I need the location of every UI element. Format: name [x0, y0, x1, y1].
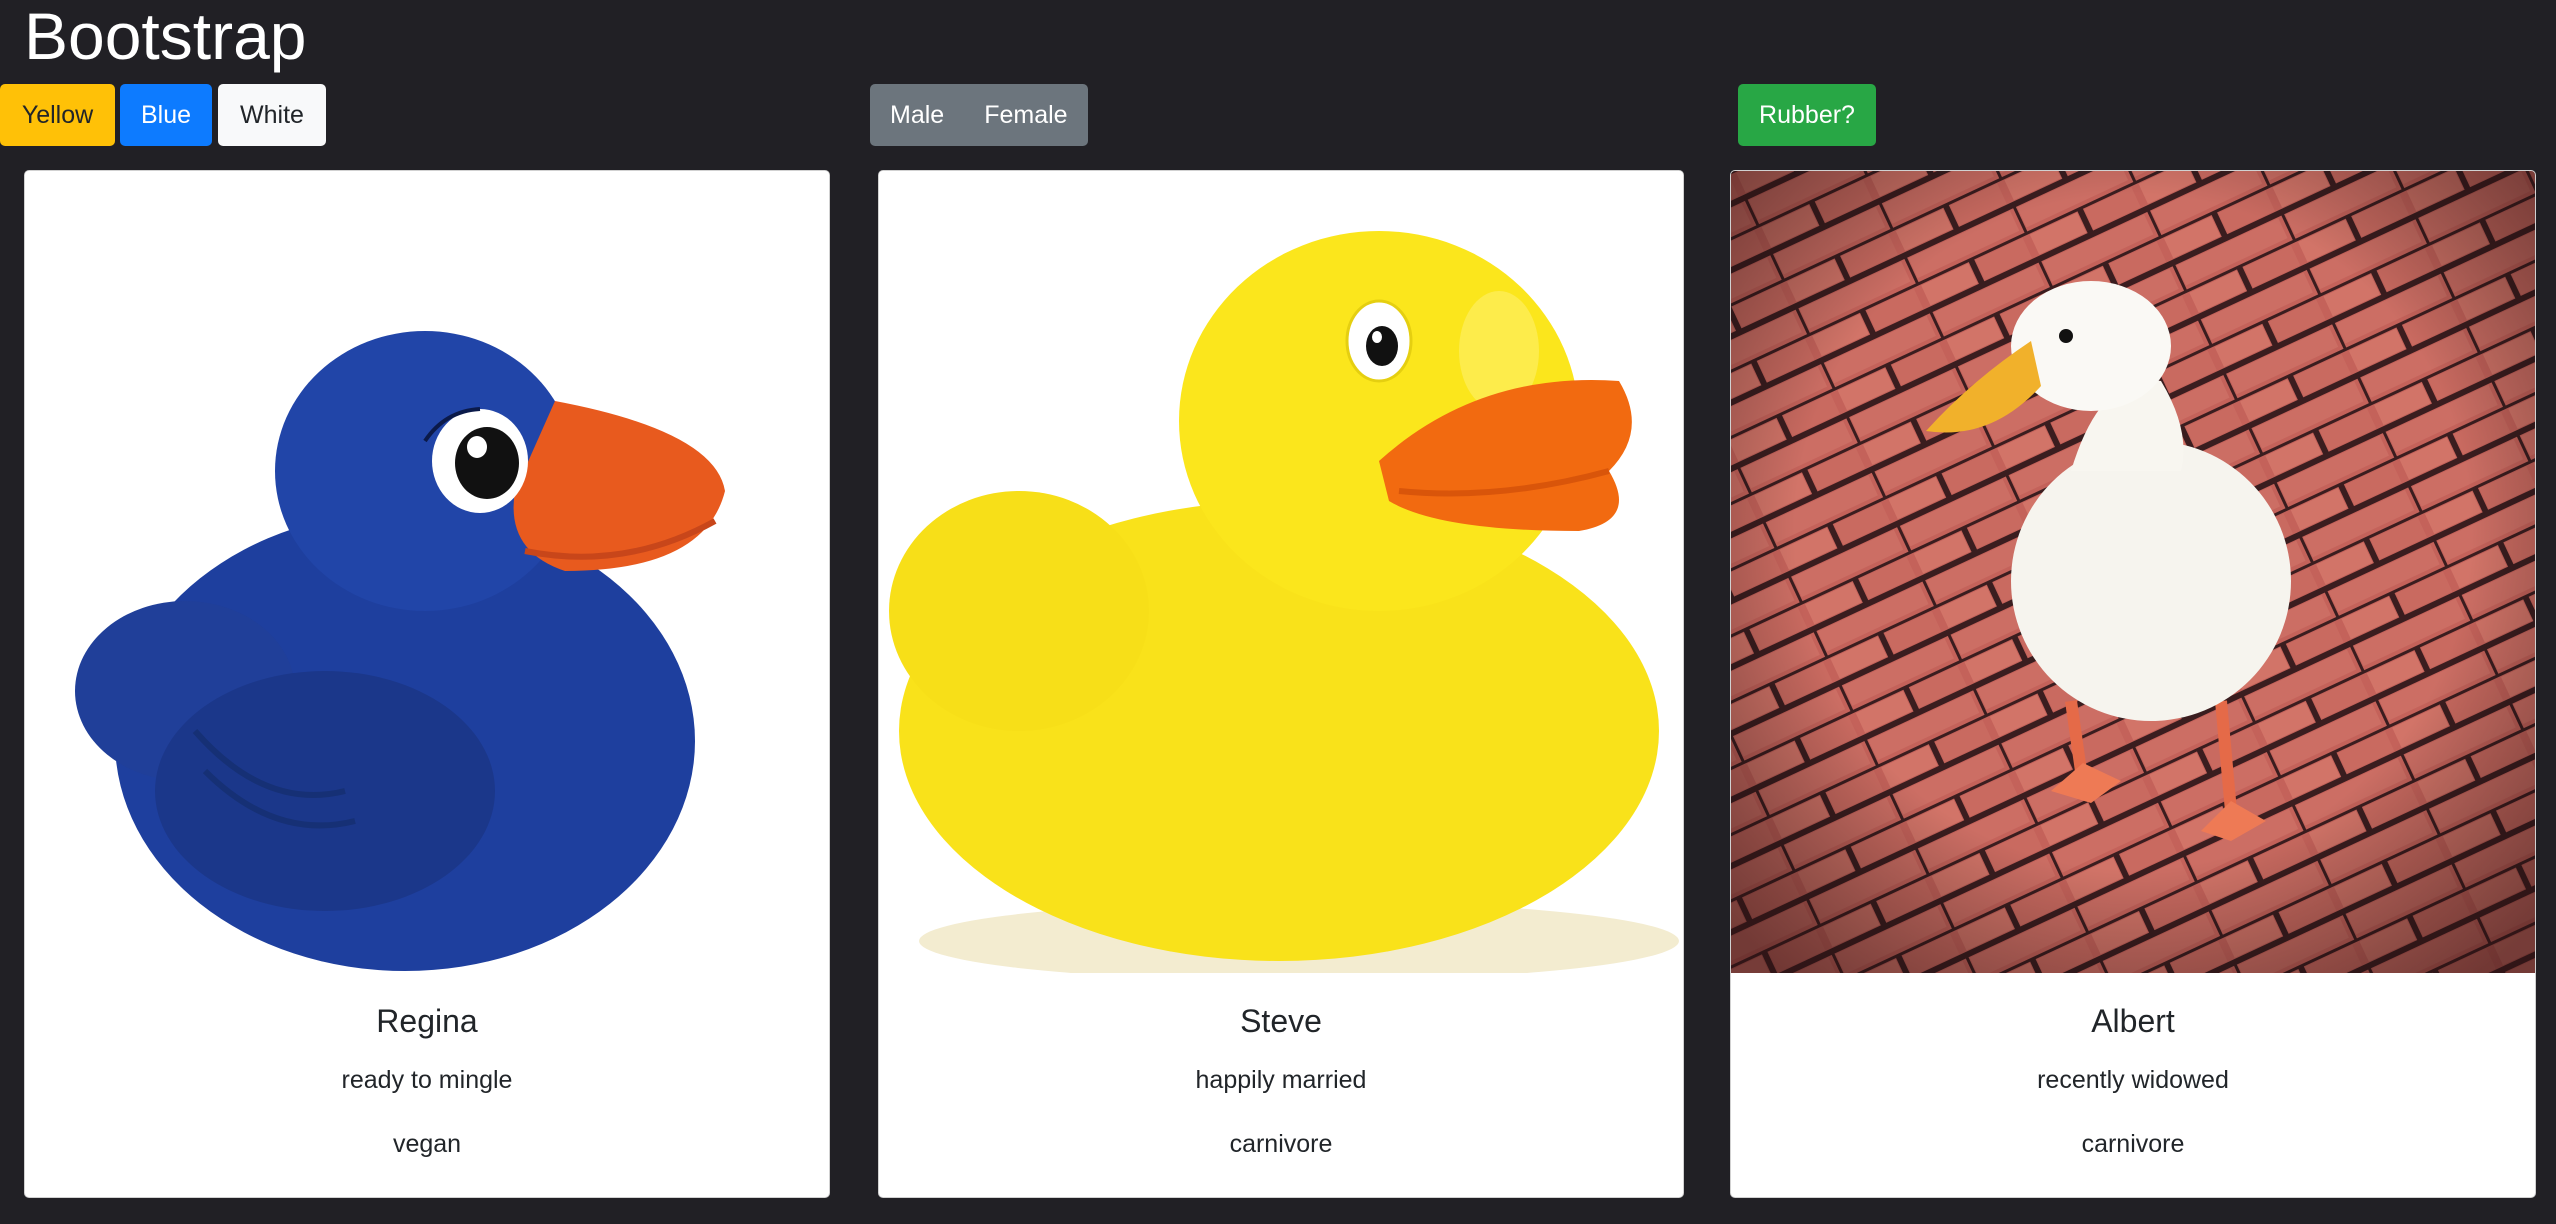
- page-title: Bootstrap: [24, 0, 307, 73]
- duck-card-steve: Steve happily married carnivore: [878, 170, 1684, 1198]
- yellow-rubber-duck-image: [879, 171, 1683, 973]
- male-filter-button[interactable]: Male: [870, 84, 964, 146]
- white-filter-button[interactable]: White: [218, 84, 326, 146]
- duck-diet: carnivore: [1229, 1130, 1333, 1158]
- duck-status: recently widowed: [2037, 1066, 2229, 1094]
- blue-filter-button[interactable]: Blue: [120, 84, 212, 146]
- duck-status: ready to mingle: [341, 1066, 513, 1094]
- yellow-filter-button[interactable]: Yellow: [0, 84, 115, 146]
- duck-diet: carnivore: [2081, 1130, 2185, 1158]
- female-filter-button[interactable]: Female: [964, 84, 1087, 146]
- duck-card-albert: Albert recently widowed carnivore: [1730, 170, 2536, 1198]
- duck-name: Regina: [376, 1003, 478, 1039]
- white-duck-on-bricks-image: [1731, 171, 2535, 973]
- duck-card-regina: Regina ready to mingle vegan: [24, 170, 830, 1198]
- duck-diet: vegan: [392, 1130, 462, 1158]
- blue-rubber-duck-image: [25, 171, 829, 973]
- duck-name: Steve: [1240, 1003, 1322, 1039]
- duck-name: Albert: [2091, 1003, 2175, 1039]
- gender-button-group: Male Female: [870, 84, 1088, 146]
- rubber-toggle-button[interactable]: Rubber?: [1738, 84, 1876, 146]
- duck-status: happily married: [1195, 1066, 1367, 1094]
